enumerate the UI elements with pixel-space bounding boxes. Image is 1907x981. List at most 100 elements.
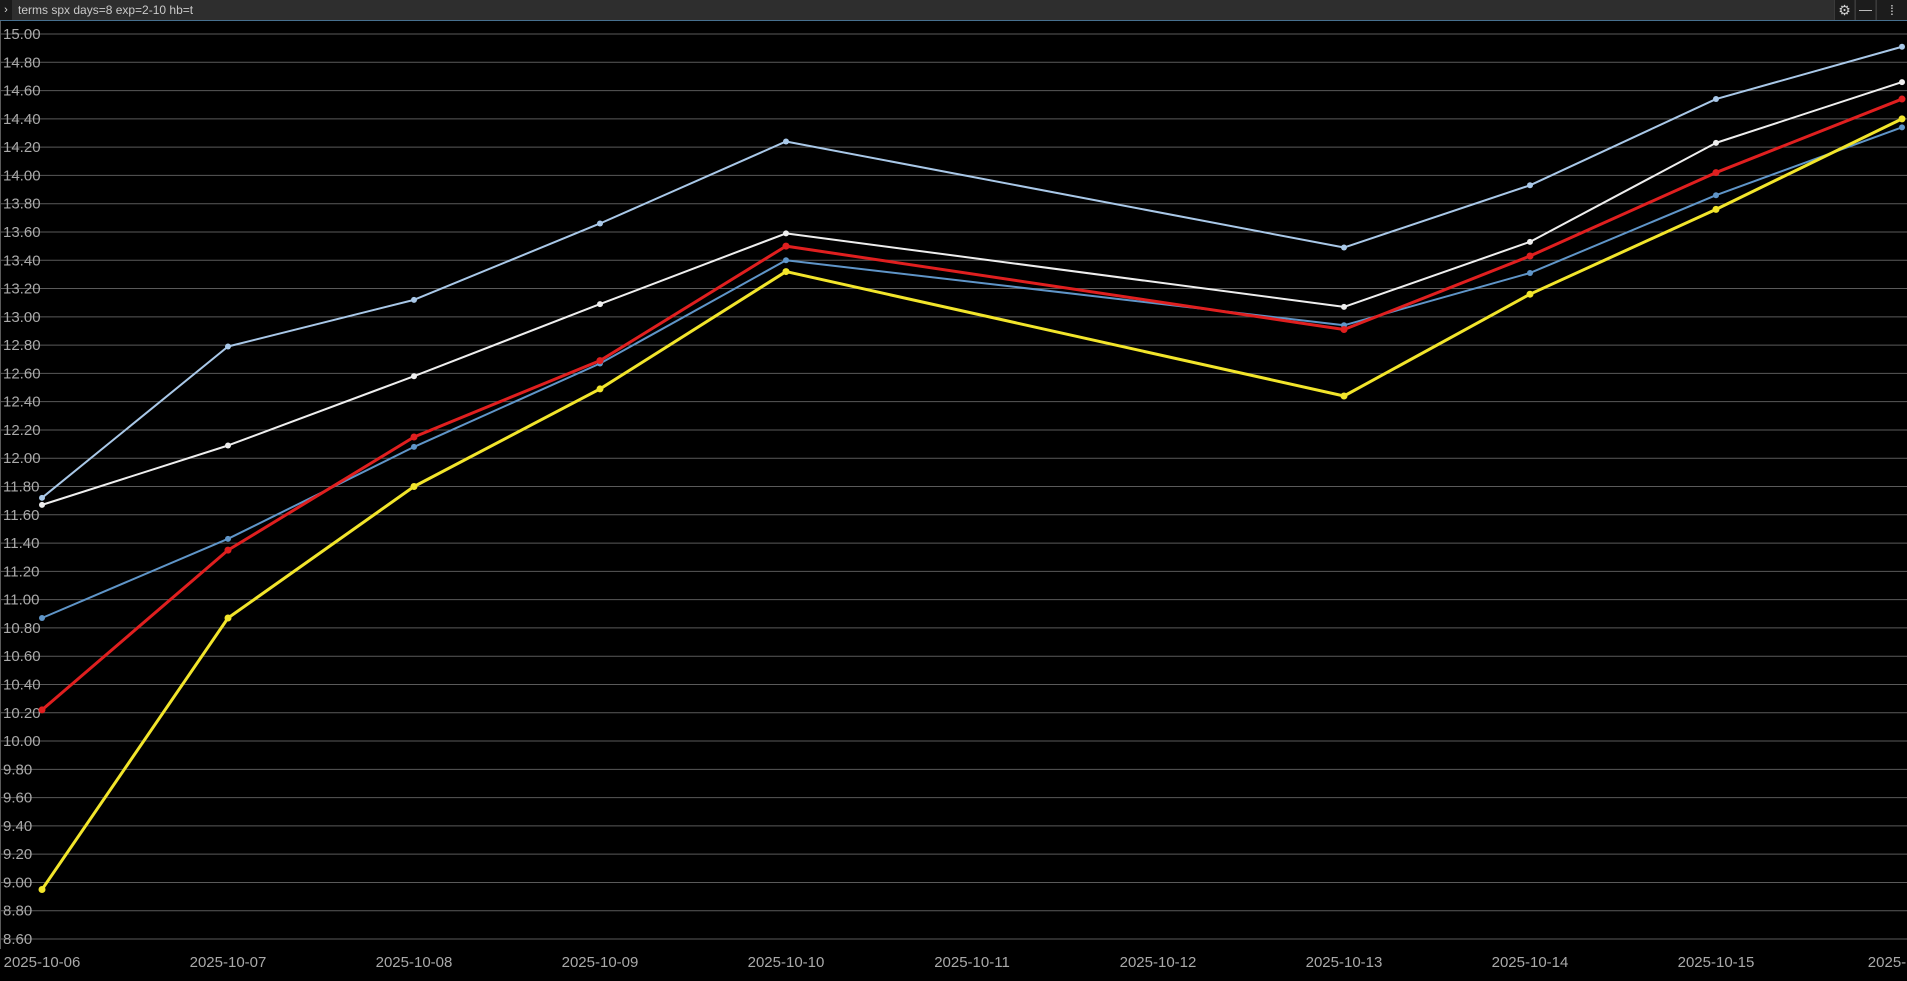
y-tick-label: 12.40 [3, 394, 41, 411]
x-tick-label: 2025-10-1 [1868, 954, 1907, 971]
data-point [39, 501, 45, 508]
x-tick-label: 2025-10-06 [4, 954, 81, 971]
y-tick-label: 13.60 [3, 224, 41, 241]
x-tick-label: 2025-10-12 [1120, 954, 1197, 971]
x-axis: 2025-10-06 2025-10-07 2025-10-08 2025-10-09… [4, 954, 1907, 971]
data-point [1712, 169, 1720, 177]
data-point [38, 706, 46, 714]
y-tick-label: 10.20 [3, 705, 41, 722]
data-point [597, 220, 603, 227]
y-tick-label: 9.60 [3, 790, 32, 807]
y-tick-label: 14.00 [3, 167, 41, 184]
more-icon: ⁞ [1890, 2, 1894, 18]
data-point [783, 230, 789, 237]
x-tick-label: 2025-10-11 [934, 954, 1010, 971]
data-point [597, 301, 603, 308]
y-tick-label: 10.00 [3, 733, 41, 750]
data-point [1899, 43, 1905, 50]
data-point [224, 614, 232, 622]
data-point [411, 443, 417, 450]
series-line [41, 97, 1903, 712]
y-tick-label: 10.60 [3, 648, 41, 665]
y-tick-label: 10.40 [3, 676, 41, 693]
data-point [1340, 326, 1348, 334]
y-tick-label: 13.80 [3, 196, 41, 213]
data-point [1526, 290, 1534, 298]
y-tick-label: 13.00 [3, 309, 41, 326]
chart-window: › ⚙ — ⁞ 8.60 8.80 9.00 9.20 9.40 9.60 9.80 10.0… [0, 0, 1907, 976]
data-point [411, 373, 417, 380]
data-point [1527, 238, 1533, 245]
data-point [1340, 392, 1348, 400]
y-tick-label: 14.80 [3, 54, 41, 71]
data-point [39, 494, 45, 501]
y-tick-label: 14.20 [3, 139, 41, 156]
series-line [41, 81, 1903, 506]
y-tick-label: 15.00 [3, 26, 41, 43]
y-tick-label: 12.20 [3, 422, 41, 439]
data-point [225, 343, 231, 350]
y-tick-label: 12.60 [3, 365, 41, 382]
y-tick-label: 11.80 [3, 479, 39, 496]
x-tick-label: 2025-10-09 [562, 954, 639, 971]
minimize-button[interactable]: — [1855, 0, 1875, 20]
x-tick-label: 2025-10-14 [1492, 954, 1569, 971]
data-point [1712, 205, 1720, 213]
data-point [1899, 124, 1905, 131]
y-tick-label: 9.80 [3, 761, 32, 778]
y-tick-label: 10.80 [3, 620, 41, 637]
line-chart: 8.60 8.80 9.00 9.20 9.40 9.60 9.80 10.00 10.20 10… [0, 21, 1907, 971]
data-point [782, 268, 790, 276]
title-bar: › ⚙ — ⁞ [0, 0, 1907, 21]
x-tick-label: 2025-10-07 [190, 954, 267, 971]
data-point [224, 546, 232, 554]
data-point [1898, 95, 1906, 103]
y-axis: 8.60 8.80 9.00 9.20 9.40 9.60 9.80 10.00 10.20 10… [3, 26, 41, 948]
data-point [411, 296, 417, 303]
data-point [783, 257, 789, 264]
y-tick-label: 9.00 [3, 874, 32, 891]
data-point [1898, 115, 1906, 123]
data-point [782, 242, 790, 250]
y-tick-label: 13.20 [3, 281, 41, 298]
data-point [225, 535, 231, 542]
data-point [596, 357, 604, 365]
data-point [1526, 252, 1534, 260]
y-tick-label: 9.40 [3, 818, 32, 835]
series-line [41, 126, 1903, 619]
y-tick-label: 12.80 [3, 337, 41, 354]
chart-area: 8.60 8.80 9.00 9.20 9.40 9.60 9.80 10.00 10.20 10… [0, 21, 1907, 976]
data-point [1341, 303, 1347, 310]
y-tick-label: 8.60 [3, 931, 32, 948]
y-tick-label: 11.40 [3, 535, 39, 552]
data-point [1527, 182, 1533, 189]
command-input[interactable] [14, 0, 1834, 20]
data-point [410, 483, 418, 490]
y-tick-label: 12.00 [3, 450, 41, 467]
data-point [38, 886, 46, 894]
y-tick-label: 13.40 [3, 252, 41, 269]
data-point [783, 138, 789, 145]
y-tick-label: 11.60 [3, 507, 39, 524]
data-point [1713, 96, 1719, 103]
x-tick-label: 2025-10-13 [1306, 954, 1383, 971]
x-tick-label: 2025-10-10 [748, 954, 825, 971]
x-tick-label: 2025-10-08 [376, 954, 453, 971]
y-tick-label: 11.20 [3, 563, 39, 580]
data-point [1527, 269, 1533, 276]
data-point [1899, 79, 1905, 86]
chevron-right-icon[interactable]: › [0, 0, 12, 20]
y-tick-label: 14.60 [3, 83, 41, 100]
data-point [596, 385, 604, 393]
minimize-icon: — [1859, 2, 1872, 17]
data-point [39, 615, 45, 622]
grid-layer [0, 21, 1907, 949]
data-point [1341, 244, 1347, 251]
settings-button[interactable]: ⚙ [1834, 0, 1854, 20]
more-button[interactable]: ⁞ [1876, 0, 1907, 20]
gear-icon: ⚙ [1838, 2, 1851, 18]
y-tick-label: 9.20 [3, 846, 32, 863]
series-layer [38, 43, 1906, 894]
data-point [410, 433, 418, 441]
y-tick-label: 11.00 [3, 592, 39, 609]
